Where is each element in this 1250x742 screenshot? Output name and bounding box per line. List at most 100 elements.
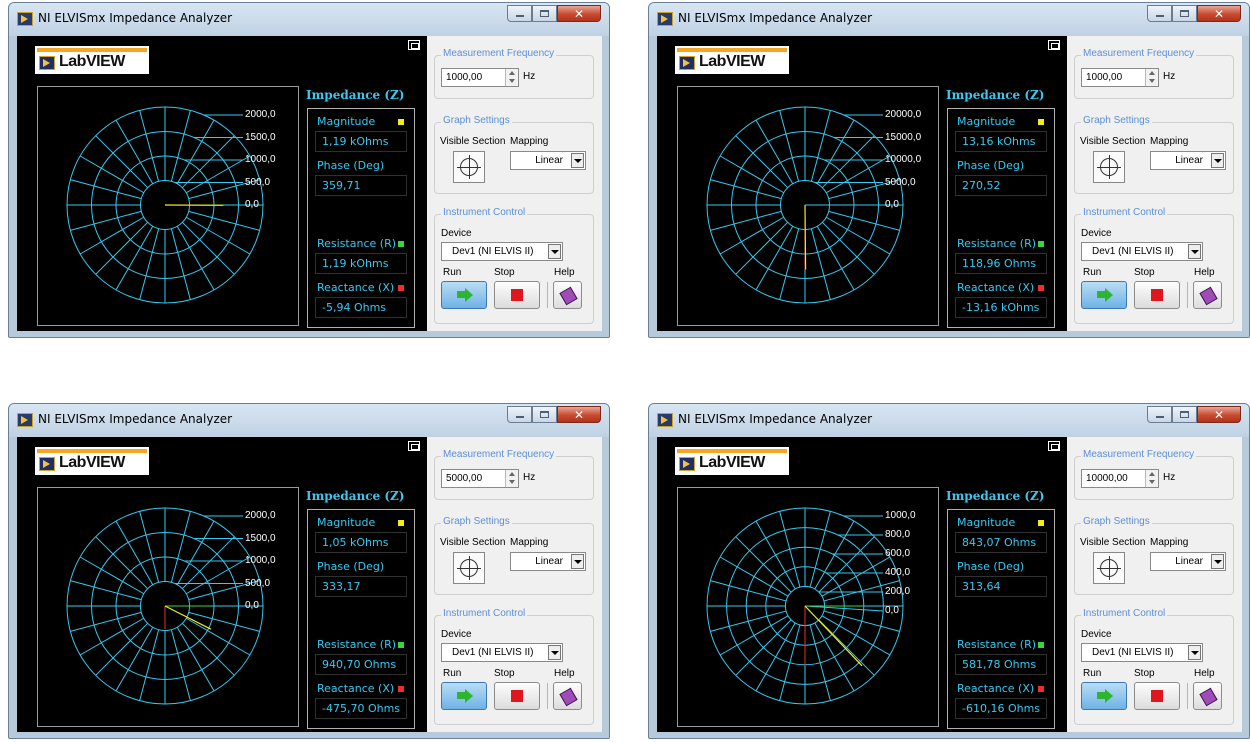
labview-app-icon [657,413,673,427]
reactance-value: -13,16 kOhms [955,297,1047,318]
run-button[interactable] [1081,682,1127,710]
phase-value: 313,64 [955,576,1047,597]
logo-text: LabVIEW [59,454,125,471]
frequency-spinner[interactable] [505,69,518,86]
polar-spoke [779,228,800,300]
device-value: Dev1 (NI ELVIS II) [1092,647,1174,658]
mapping-value: Linear [535,556,563,567]
minimize-button[interactable] [507,406,532,423]
polar-graph[interactable]: 20000,0 15000,0 10000,0 5000,0 0,0 [677,86,939,326]
close-button[interactable]: ✕ [557,406,601,423]
window-resize-icon[interactable] [408,441,420,451]
chevron-down-icon[interactable] [1188,244,1201,259]
maximize-button[interactable] [1172,406,1197,423]
chevron-down-icon[interactable] [571,153,584,168]
visible-section-control[interactable] [1093,151,1125,183]
frequency-spinner[interactable] [1145,470,1158,487]
help-button[interactable] [1193,682,1222,710]
device-select[interactable]: Dev1 (NI ELVIS II) [441,643,563,662]
chevron-down-icon[interactable] [1211,153,1224,168]
chevron-down-icon[interactable] [571,554,584,569]
title-bar[interactable]: NI ELVISmx Impedance Analyzer ✕ [649,3,1249,36]
close-icon: ✕ [573,7,585,21]
run-button[interactable] [441,682,487,710]
frequency-input[interactable]: 5000,00 [441,469,519,488]
run-label: Run [443,668,462,679]
mapping-label: Mapping [510,136,549,147]
mapping-select[interactable]: Linear [1150,552,1226,571]
polar-graph[interactable]: 2000,0 1500,0 1000,0 500,0 0,0 [37,487,299,727]
title-bar[interactable]: NI ELVISmx Impedance Analyzer ✕ [649,404,1249,437]
resistance-label: Resistance (R) [317,638,396,651]
help-button[interactable] [1193,281,1222,309]
window-resize-icon[interactable] [1048,40,1060,50]
mapping-select[interactable]: Linear [1150,151,1226,170]
window-resize-icon[interactable] [1048,441,1060,451]
graph-settings-title: Graph Settings [441,115,512,126]
polar-graph[interactable]: 2000,0 1500,0 1000,0 500,0 0,0 [37,86,299,326]
visible-section-control[interactable] [1093,552,1125,584]
run-button[interactable] [441,281,487,309]
frequency-input[interactable]: 10000,00 [1081,469,1159,488]
instrument-control-group: Instrument Control Device Dev1 (NI ELVIS… [434,207,594,324]
reactance-led [398,285,404,291]
title-bar[interactable]: NI ELVISmx Impedance Analyzer ✕ [9,3,609,36]
minimize-button[interactable] [1147,5,1172,22]
labview-mark-icon [679,457,695,471]
stop-button[interactable] [494,281,540,309]
frequency-input[interactable]: 1000,00 [1081,68,1159,87]
maximize-button[interactable] [1172,5,1197,22]
close-button[interactable]: ✕ [557,5,601,22]
frequency-unit: Hz [1163,71,1176,82]
close-button[interactable]: ✕ [1197,406,1241,423]
mapping-select[interactable]: Linear [510,552,586,571]
polar-spoke [710,179,782,200]
measurement-frequency-group: Measurement Frequency 10000,00 Hz [1074,449,1234,500]
chevron-down-icon[interactable] [1211,554,1224,569]
minimize-icon [516,416,524,418]
stop-button[interactable] [1134,682,1180,710]
device-select[interactable]: Dev1 (NI ELVIS II) [1081,643,1203,662]
mapping-select[interactable]: Linear [510,151,586,170]
minimize-button[interactable] [1147,406,1172,423]
polar-graph[interactable]: 1000,0 800,0 600,0 400,0 200,0 0,0 [677,487,939,727]
polar-spoke [818,536,875,593]
chevron-down-icon[interactable] [1188,645,1201,660]
device-select[interactable]: Dev1 (NI ELVIS II) [1081,242,1203,261]
run-button[interactable] [1081,281,1127,309]
graph-settings-title: Graph Settings [1081,516,1152,527]
stop-button[interactable] [1134,281,1180,309]
minimize-icon [1156,416,1164,418]
crosshair-h [457,568,481,569]
polar-spoke [170,228,191,300]
chevron-down-icon[interactable] [548,244,561,259]
close-button[interactable]: ✕ [1197,5,1241,22]
frequency-spinner[interactable] [1145,69,1158,86]
client-area: LabVIEW 20000,0 15000,0 10000,0 5000,0 0,0 I… [657,36,1242,331]
visible-section-control[interactable] [453,552,485,584]
magnitude-led [398,520,404,526]
front-panel: LabVIEW 2000,0 1500,0 1000,0 500,0 0,0 Imped… [17,437,427,732]
scale-label: 500,0 [245,577,271,589]
instrument-control-title: Instrument Control [1081,608,1168,619]
visible-section-control[interactable] [453,151,485,183]
minimize-button[interactable] [507,5,532,22]
stop-button[interactable] [494,682,540,710]
help-button[interactable] [553,682,582,710]
help-button[interactable] [553,281,582,309]
resistance-label: Resistance (R) [957,638,1036,651]
mapping-value: Linear [1175,155,1203,166]
polar-spoke [188,611,260,632]
maximize-button[interactable] [532,406,557,423]
visible-section-label: Visible Section [1080,537,1146,548]
window-controls: ✕ [507,406,601,424]
scale-label: 1000,0 [245,555,276,566]
frequency-spinner[interactable] [505,470,518,487]
maximize-button[interactable] [532,5,557,22]
polar-spoke [70,580,142,601]
window-resize-icon[interactable] [408,40,420,50]
title-bar[interactable]: NI ELVISmx Impedance Analyzer ✕ [9,404,609,437]
chevron-down-icon[interactable] [548,645,561,660]
frequency-input[interactable]: 1000,00 [441,68,519,87]
device-select[interactable]: Dev1 (NI ELVIS II) [441,242,563,261]
